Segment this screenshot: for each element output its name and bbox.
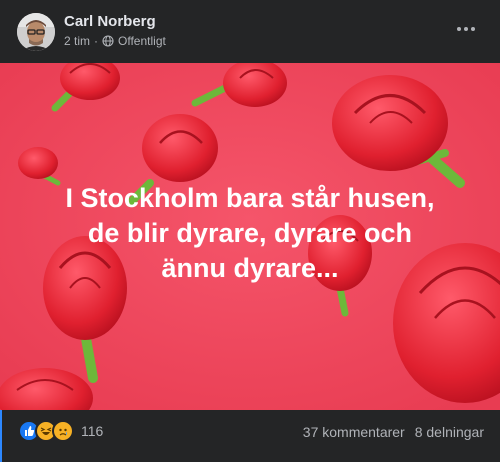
post-card: Carl Norberg 2 tim · Offentligt I Stockh…: [0, 0, 500, 462]
post-text-line: I Stockholm bara står husen,: [65, 183, 435, 213]
stats-spacer: [405, 424, 415, 440]
post-text-line: de blir dyrare, dyrare och: [87, 218, 413, 248]
sad-icon: [52, 420, 74, 442]
more-dot: [457, 27, 461, 31]
avatar[interactable]: [17, 13, 55, 51]
post-meta: 2 tim · Offentligt: [64, 34, 166, 48]
post-footer: 116 37 kommentarer 8 delningar: [0, 410, 500, 462]
globe-icon: [102, 35, 114, 47]
focus-accent-bar: [0, 410, 2, 462]
post-header: Carl Norberg 2 tim · Offentligt: [0, 0, 500, 63]
post-background-image[interactable]: I Stockholm bara står husen, de blir dyr…: [0, 63, 500, 410]
meta-separator: ·: [94, 34, 99, 48]
more-dot: [471, 27, 475, 31]
post-stats: 37 kommentarer 8 delningar: [303, 424, 484, 440]
reactions-summary[interactable]: 116: [18, 420, 103, 442]
author-name[interactable]: Carl Norberg: [64, 13, 156, 30]
reaction-count: 116: [81, 423, 104, 439]
avatar-image: [17, 13, 55, 51]
more-dot: [464, 27, 468, 31]
post-time[interactable]: 2 tim: [64, 34, 90, 48]
audience-label: Offentligt: [118, 34, 166, 48]
shares-count-link[interactable]: 8 delningar: [415, 424, 484, 440]
post-text-line: ännu dyrare...: [161, 253, 339, 283]
post-text: I Stockholm bara står husen, de blir dyr…: [0, 181, 500, 286]
comments-count-link[interactable]: 37 kommentarer: [303, 424, 405, 440]
more-options-button[interactable]: [454, 20, 478, 38]
